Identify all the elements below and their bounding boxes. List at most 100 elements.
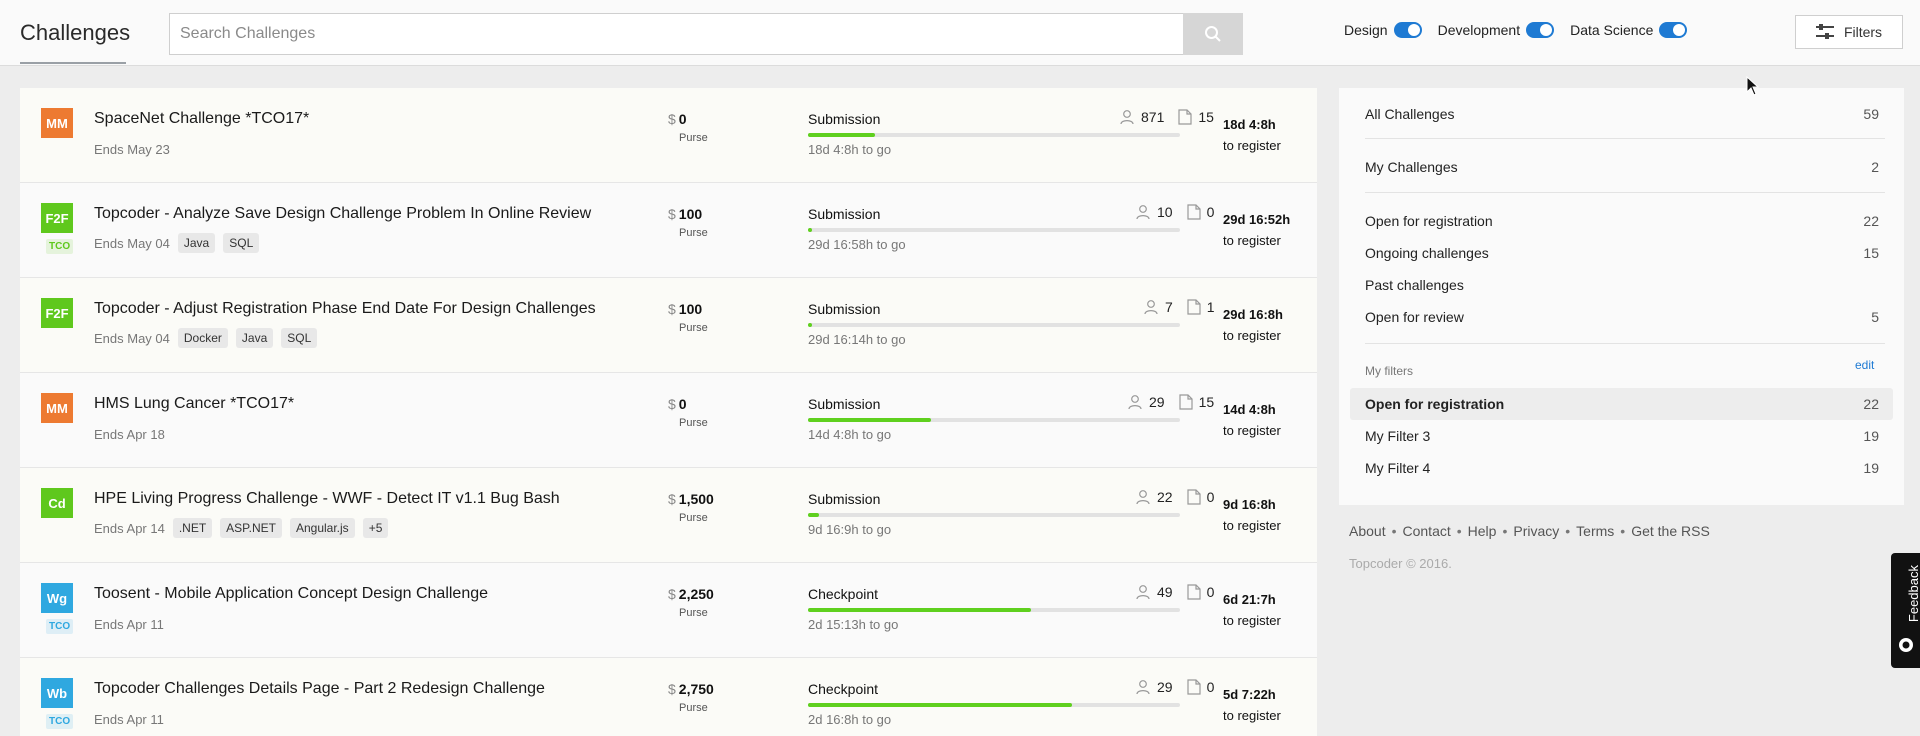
sidebar-item-label: Past challenges bbox=[1365, 277, 1464, 293]
filters-button[interactable]: Filters bbox=[1795, 15, 1903, 49]
footer-link-privacy[interactable]: Privacy bbox=[1513, 523, 1559, 539]
challenge-title[interactable]: Topcoder Challenges Details Page - Part … bbox=[94, 680, 545, 698]
challenge-end-date: Ends Apr 11 bbox=[94, 712, 164, 727]
footer-link-rss[interactable]: Get the RSS bbox=[1631, 523, 1710, 539]
edit-filters-link[interactable]: edit bbox=[1855, 358, 1874, 372]
my-filter-open-for-registration[interactable]: Open for registration 22 bbox=[1365, 396, 1879, 412]
challenge-row[interactable]: F2F TCO Topcoder - Analyze Save Design C… bbox=[20, 183, 1317, 278]
registrants-count[interactable]: 7 bbox=[1143, 299, 1173, 315]
registration-time-left: 5d 7:22h bbox=[1223, 687, 1276, 702]
tech-tag[interactable]: SQL bbox=[281, 328, 318, 348]
tech-tag[interactable]: Java bbox=[235, 328, 274, 348]
challenge-row[interactable]: F2F Topcoder - Adjust Registration Phase… bbox=[20, 278, 1317, 373]
registration-label: to register bbox=[1223, 708, 1281, 723]
footer-link-contact[interactable]: Contact bbox=[1403, 523, 1451, 539]
challenge-title[interactable]: Topcoder - Adjust Registration Phase End… bbox=[94, 300, 596, 318]
registrants-count[interactable]: 29 bbox=[1127, 394, 1165, 410]
toggle-design[interactable]: Design bbox=[1344, 22, 1422, 38]
challenge-row[interactable]: Wg TCO Toosent - Mobile Application Conc… bbox=[20, 563, 1317, 658]
registrants-count[interactable]: 10 bbox=[1135, 204, 1173, 220]
active-tab-underline bbox=[20, 62, 126, 64]
challenge-title[interactable]: SpaceNet Challenge *TCO17* bbox=[94, 110, 309, 128]
registrants-count[interactable]: 22 bbox=[1135, 489, 1173, 505]
challenge-title[interactable]: HPE Living Progress Challenge - WWF - De… bbox=[94, 490, 560, 508]
sidebar-item-open-for-registration[interactable]: Open for registration 22 bbox=[1365, 213, 1879, 229]
footer-link-help[interactable]: Help bbox=[1468, 523, 1497, 539]
track-badge: Wb bbox=[41, 678, 73, 708]
toggle-data-science[interactable]: Data Science bbox=[1570, 22, 1688, 38]
submissions-count[interactable]: 0 bbox=[1186, 489, 1214, 505]
challenge-row[interactable]: Wb TCO Topcoder Challenges Details Page … bbox=[20, 658, 1317, 736]
sidebar-item-count: 22 bbox=[1863, 396, 1879, 412]
end-date-text: Ends Apr 14 bbox=[94, 520, 165, 536]
challenge-title[interactable]: Topcoder - Analyze Save Design Challenge… bbox=[94, 205, 591, 223]
registration-label: to register bbox=[1223, 138, 1281, 153]
currency-symbol: $ bbox=[668, 586, 676, 602]
tech-tag[interactable]: Docker bbox=[177, 328, 228, 348]
submissions-number: 0 bbox=[1206, 679, 1215, 695]
submissions-count[interactable]: 0 bbox=[1186, 679, 1215, 695]
sidebar-item-ongoing-challenges[interactable]: Ongoing challenges 15 bbox=[1365, 245, 1879, 261]
purse-amount: 0 bbox=[678, 111, 687, 127]
footer-link-about[interactable]: About bbox=[1349, 523, 1386, 539]
footer-link-terms[interactable]: Terms bbox=[1576, 523, 1614, 539]
registration-time-left: 14d 4:8h bbox=[1223, 402, 1276, 417]
sidebar-item-count: 59 bbox=[1863, 106, 1879, 122]
challenge-row[interactable]: Cd HPE Living Progress Challenge - WWF -… bbox=[20, 468, 1317, 563]
challenge-title[interactable]: Toosent - Mobile Application Concept Des… bbox=[94, 585, 488, 603]
submissions-count[interactable]: 1 bbox=[1187, 299, 1215, 315]
challenge-row[interactable]: MM HMS Lung Cancer *TCO17* Ends Apr 18 $… bbox=[20, 373, 1317, 468]
search-input[interactable] bbox=[170, 14, 1170, 54]
toggle-development[interactable]: Development bbox=[1438, 22, 1555, 38]
purse: $100 Purse bbox=[668, 301, 708, 334]
purse: $0 Purse bbox=[668, 111, 708, 144]
track-badge: MM bbox=[41, 108, 73, 138]
registrants-count[interactable]: 49 bbox=[1135, 584, 1173, 600]
toggle-switch[interactable] bbox=[1526, 22, 1555, 38]
purse-label: Purse bbox=[679, 227, 708, 239]
toggle-switch[interactable] bbox=[1393, 22, 1422, 38]
toggle-label: Design bbox=[1344, 22, 1388, 38]
phase-progress-bar bbox=[808, 133, 1180, 137]
registration-time: 5d 7:22h to register bbox=[1223, 684, 1281, 726]
feedback-tab[interactable]: Feedback bbox=[1891, 553, 1920, 668]
registrants-number: 49 bbox=[1157, 584, 1173, 600]
sidebar-item-all-challenges[interactable]: All Challenges 59 bbox=[1365, 106, 1879, 122]
registrants-count[interactable]: 871 bbox=[1119, 109, 1164, 125]
challenge-counts: 7 1 bbox=[1129, 299, 1215, 315]
sidebar-item-open-for-review[interactable]: Open for review 5 bbox=[1365, 309, 1879, 325]
feedback-label: Feedback bbox=[1906, 565, 1920, 623]
submissions-count[interactable]: 15 bbox=[1178, 109, 1214, 125]
phase-progress-fill bbox=[808, 608, 1031, 612]
tech-tag[interactable]: Java bbox=[177, 233, 216, 253]
challenge-counts: 22 0 bbox=[1121, 489, 1214, 505]
divider bbox=[1365, 192, 1885, 193]
phase-progress-bar bbox=[808, 608, 1180, 612]
currency-symbol: $ bbox=[668, 396, 676, 412]
registrants-count[interactable]: 29 bbox=[1135, 679, 1173, 695]
my-filter-3[interactable]: My Filter 3 19 bbox=[1365, 428, 1879, 444]
submissions-count[interactable]: 15 bbox=[1178, 394, 1214, 410]
tech-tag[interactable]: Angular.js bbox=[289, 518, 355, 538]
submissions-count[interactable]: 0 bbox=[1186, 204, 1214, 220]
registration-time: 14d 4:8h to register bbox=[1223, 399, 1281, 441]
tech-tag[interactable]: .NET bbox=[172, 518, 213, 538]
search-icon bbox=[1205, 26, 1221, 42]
sidebar-item-past-challenges[interactable]: Past challenges bbox=[1365, 277, 1879, 293]
challenge-row[interactable]: MM SpaceNet Challenge *TCO17* Ends May 2… bbox=[20, 88, 1317, 183]
filters-label: Filters bbox=[1843, 24, 1883, 40]
tech-tag[interactable]: ASP.NET bbox=[220, 518, 282, 538]
end-date-text: Ends Apr 11 bbox=[94, 617, 164, 632]
challenge-title[interactable]: HMS Lung Cancer *TCO17* bbox=[94, 395, 294, 413]
sidebar-item-my-challenges[interactable]: My Challenges 2 bbox=[1365, 159, 1879, 175]
submissions-count[interactable]: 0 bbox=[1186, 584, 1214, 600]
phase-time-left: 14d 4:8h to go bbox=[808, 427, 892, 442]
search-button[interactable] bbox=[1183, 13, 1243, 55]
my-filter-4[interactable]: My Filter 4 19 bbox=[1365, 460, 1879, 476]
submissions-icon bbox=[1186, 584, 1201, 600]
tech-tag[interactable]: +5 bbox=[362, 518, 389, 538]
toggle-switch[interactable] bbox=[1659, 22, 1688, 38]
challenge-counts: 49 0 bbox=[1121, 584, 1214, 600]
tech-tag[interactable]: SQL bbox=[223, 233, 260, 253]
registration-time-left: 29d 16:8h bbox=[1223, 307, 1283, 322]
